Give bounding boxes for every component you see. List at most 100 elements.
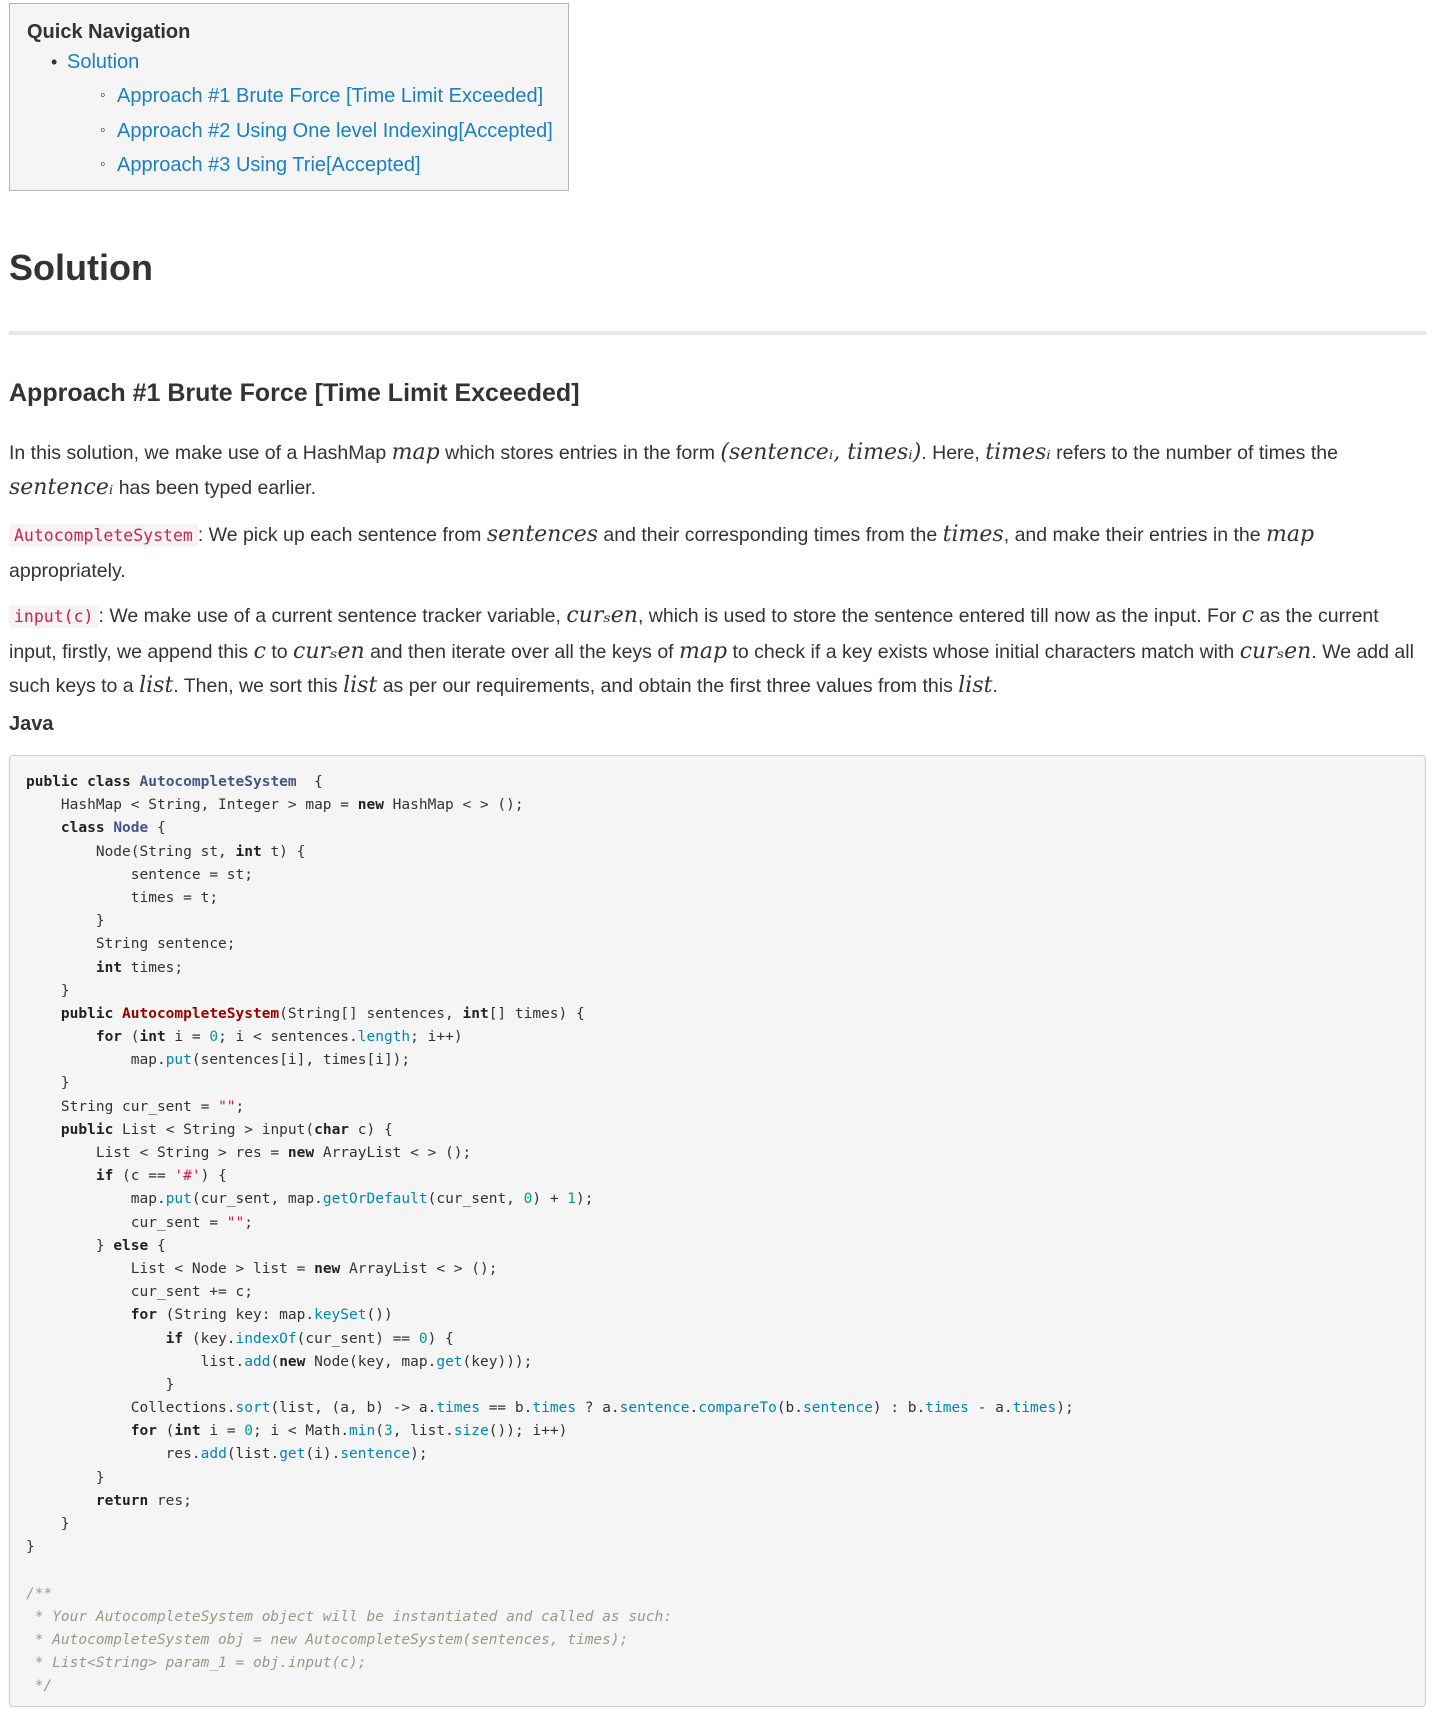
code-token: (cur_sent, map.: [191, 1191, 323, 1208]
nav-link-approach-3[interactable]: Approach #3 Using Trie[Accepted]: [117, 154, 421, 176]
code-token: new: [287, 1145, 315, 1161]
code-token: [] times) {: [488, 1005, 585, 1022]
code-block[interactable]: public class AutocompleteSystem { HashMa…: [9, 755, 1426, 1707]
code-line: String sentence;: [26, 933, 1425, 956]
code-token: HashMap < String, Integer > map =: [26, 797, 358, 814]
code-token: 3: [383, 1423, 393, 1440]
code-token: for: [26, 1029, 123, 1046]
disc-bullet-icon: •: [51, 52, 58, 72]
code-token: ;: [235, 1098, 245, 1115]
code-line: * Your AutocompleteSystem object will be…: [26, 1606, 1425, 1629]
nav-link-solution[interactable]: Solution: [67, 51, 139, 73]
nav-link-approach-2[interactable]: Approach #2 Using One level Indexing[Acc…: [117, 120, 553, 142]
code-token: List < Node > list =: [26, 1260, 315, 1277]
code-token: ()); i++): [488, 1423, 568, 1440]
code-token: cur_sent += c;: [26, 1284, 253, 1301]
code-token: min: [349, 1423, 376, 1440]
code-token: ) +: [532, 1191, 568, 1208]
paragraph-constructor: AutocompleteSystem: We pick up each sent…: [9, 518, 1429, 588]
code-token: );: [576, 1191, 594, 1208]
code-token: int: [26, 959, 123, 976]
math-var: list: [343, 673, 378, 698]
text-segment: , which is used to store the sentence en…: [637, 605, 1242, 627]
code-token: '#': [174, 1168, 201, 1185]
code-token: Node(String st,: [26, 843, 236, 860]
code-token: ; i < Math.: [253, 1423, 350, 1440]
text-segment: , and make their entries in the: [1003, 524, 1267, 546]
code-token: String cur_sent =: [26, 1098, 219, 1115]
code-line: public List < String > input(char c) {: [26, 1119, 1425, 1142]
code-line: for (int i = 0; i < sentences.length; i+…: [26, 1026, 1425, 1049]
code-token: );: [410, 1446, 428, 1463]
code-token: add: [200, 1446, 227, 1463]
math-var: curₛen: [1239, 638, 1312, 664]
code-token: char: [314, 1121, 350, 1138]
code-line: times = t;: [26, 887, 1425, 910]
code-token: new: [357, 797, 384, 814]
math-var: c: [1241, 603, 1255, 628]
code-line: for (String key: map.keySet()): [26, 1304, 1425, 1327]
text-segment: and then iterate over all the keys of: [364, 640, 680, 663]
code-token: ;: [244, 1214, 253, 1231]
code-line: res.add(list.get(i).sentence);: [26, 1443, 1425, 1466]
code-line: Node(String st, int t) {: [26, 841, 1425, 864]
code-token: get: [436, 1353, 463, 1370]
code-line: * AutocompleteSystem obj = new Autocompl…: [26, 1629, 1425, 1652]
math-var: list: [958, 673, 993, 698]
code-token: AutocompleteSystem: [122, 1005, 280, 1022]
code-token: return: [26, 1492, 149, 1509]
code-line: return res;: [26, 1490, 1425, 1513]
code-token: * Your AutocompleteSystem object will be…: [26, 1608, 673, 1625]
code-token: if: [26, 1168, 114, 1185]
code-line: public AutocompleteSystem(String[] sente…: [26, 1003, 1425, 1026]
math-var: list: [139, 673, 174, 698]
code-line: }: [26, 1536, 1425, 1559]
nav-link-approach-1[interactable]: Approach #1 Brute Force [Time Limit Exce…: [117, 85, 543, 107]
code-token: else: [113, 1237, 149, 1254]
code-token: map.: [26, 1052, 166, 1069]
code-token: ) {: [200, 1168, 227, 1185]
code-line: }: [26, 980, 1425, 1003]
code-token: HashMap < > ();: [383, 797, 524, 814]
code-token: Node: [113, 820, 149, 837]
code-token: public: [26, 1121, 114, 1138]
code-token: , list.: [392, 1423, 454, 1440]
approach-1-heading: Approach #1 Brute Force [Time Limit Exce…: [9, 379, 580, 407]
code-token: }: [26, 1376, 175, 1393]
code-token: compareTo: [698, 1400, 777, 1417]
code-token: (cur_sent,: [427, 1191, 524, 1208]
text-segment: to check if a key exists whose initial c…: [727, 640, 1240, 663]
code-token: sentence: [803, 1400, 873, 1417]
code-token: == b.: [479, 1400, 533, 1417]
code-token: for: [26, 1423, 157, 1440]
code-line: class Node {: [26, 817, 1425, 840]
code-token: }: [26, 1469, 105, 1486]
code-line: List < Node > list = new ArrayList < > (…: [26, 1258, 1425, 1281]
code-line: }: [26, 1072, 1425, 1095]
code-token: 1: [567, 1191, 577, 1208]
code-line: List < String > res = new ArrayList < > …: [26, 1142, 1425, 1165]
text-segment: has been typed earlier.: [113, 476, 317, 499]
code-line: }: [26, 1467, 1425, 1490]
code-line: * List<String> param_1 = obj.input(c);: [26, 1652, 1425, 1675]
code-token: /**: [26, 1585, 53, 1602]
math-var: curₛen: [293, 638, 365, 664]
code-line: }: [26, 1374, 1425, 1397]
code-token: (key.: [183, 1330, 236, 1347]
text-segment: : We pick up each sentence from: [197, 524, 487, 546]
code-line: */: [26, 1675, 1425, 1698]
circle-bullet-icon: ◦: [100, 121, 106, 139]
code-line: String cur_sent = "";: [26, 1096, 1425, 1119]
code-token: {: [296, 774, 323, 790]
nav-item-approach-2: ◦ Approach #2 Using One level Indexing[A…: [27, 115, 568, 150]
code-line: cur_sent = "";: [26, 1212, 1425, 1235]
text-segment: and their corresponding times from the: [598, 524, 943, 546]
text-segment: . Here,: [921, 442, 986, 464]
code-token: times: [925, 1400, 969, 1417]
code-token: ; i < sentences.: [218, 1029, 358, 1046]
code-line: Collections.sort(list, (a, b) -> a.times…: [26, 1397, 1425, 1420]
code-token: new: [314, 1260, 341, 1277]
math-var: map: [1266, 522, 1315, 547]
code-token: (String key: map.: [156, 1307, 315, 1324]
code-token: (cur_sent) ==: [296, 1330, 419, 1347]
